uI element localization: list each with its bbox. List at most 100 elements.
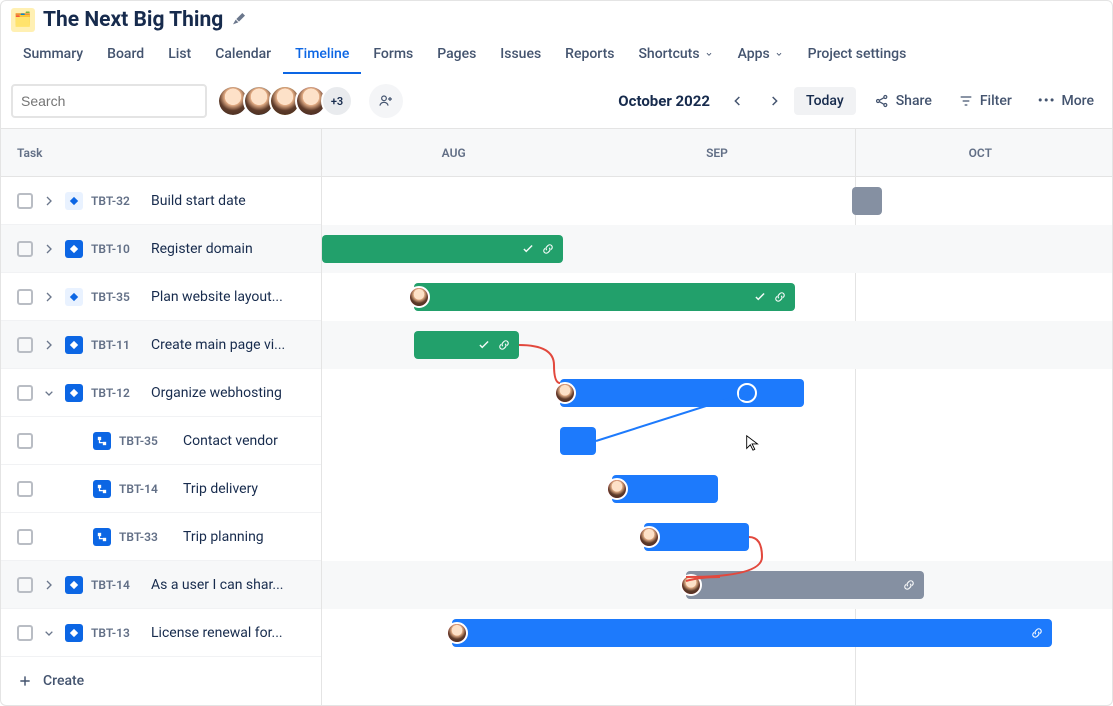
issue-summary[interactable]: As a user I can shar... — [151, 577, 283, 593]
row-checkbox[interactable] — [17, 337, 33, 353]
link-icon — [1030, 626, 1044, 640]
row-checkbox[interactable] — [17, 577, 33, 593]
row-checkbox[interactable] — [17, 625, 33, 641]
tab-board[interactable]: Board — [95, 38, 156, 74]
task-row[interactable]: TBT-11 Create main page vi... — [1, 321, 321, 369]
issue-summary[interactable]: Trip delivery — [183, 481, 258, 497]
expand-toggle[interactable] — [41, 625, 57, 641]
check-icon — [753, 290, 767, 304]
timeline-bar[interactable] — [452, 619, 1052, 647]
tab-pages[interactable]: Pages — [425, 38, 488, 74]
issue-key[interactable]: TBT-14 — [91, 578, 143, 592]
tab-project-settings[interactable]: Project settings — [796, 38, 919, 74]
tab-list[interactable]: List — [156, 38, 203, 74]
filter-button[interactable]: Filter — [950, 87, 1020, 115]
prev-month-button[interactable] — [722, 85, 754, 117]
expand-toggle[interactable] — [41, 337, 57, 353]
tab-shortcuts[interactable]: Shortcuts — [626, 38, 725, 74]
avatar-stack[interactable]: +3 — [217, 85, 353, 117]
issue-key[interactable]: TBT-35 — [91, 290, 143, 304]
theme-icon[interactable] — [231, 11, 249, 29]
link-icon — [773, 290, 787, 304]
task-row[interactable]: TBT-35 Contact vendor — [1, 417, 321, 465]
task-row[interactable]: TBT-32 Build start date — [1, 177, 321, 225]
timeline-bar[interactable] — [560, 379, 804, 407]
timeline-bar[interactable] — [560, 427, 596, 455]
assignee-avatar[interactable] — [606, 478, 628, 500]
issue-key[interactable]: TBT-12 — [91, 386, 143, 400]
create-button[interactable]: Create — [1, 657, 321, 705]
link-icon — [902, 578, 916, 592]
row-checkbox[interactable] — [17, 241, 33, 257]
expand-toggle[interactable] — [41, 289, 57, 305]
search-box[interactable] — [11, 84, 207, 118]
issue-summary[interactable]: Trip planning — [183, 529, 264, 545]
issue-summary[interactable]: Plan website layout... — [151, 289, 283, 305]
task-column-header: Task — [1, 129, 321, 177]
issue-summary[interactable]: Create main page vi... — [151, 337, 285, 353]
expand-toggle[interactable] — [41, 193, 57, 209]
issue-summary[interactable]: Contact vendor — [183, 433, 278, 449]
next-month-button[interactable] — [758, 85, 790, 117]
tab-apps[interactable]: Apps — [726, 38, 796, 74]
issue-key[interactable]: TBT-35 — [119, 434, 175, 448]
expand-toggle[interactable] — [41, 577, 57, 593]
assignee-avatar[interactable] — [680, 574, 702, 596]
issue-key[interactable]: TBT-11 — [91, 338, 143, 352]
today-button[interactable]: Today — [794, 87, 856, 115]
issue-summary[interactable]: Register domain — [151, 241, 253, 257]
issue-type-icon — [65, 192, 83, 210]
task-row[interactable]: TBT-13 License renewal for... — [1, 609, 321, 657]
row-checkbox[interactable] — [17, 433, 33, 449]
tab-calendar[interactable]: Calendar — [203, 38, 283, 74]
task-row[interactable]: TBT-14 As a user I can shar... — [1, 561, 321, 609]
row-checkbox[interactable] — [17, 385, 33, 401]
tab-forms[interactable]: Forms — [361, 38, 425, 74]
timeline-bar[interactable] — [322, 235, 563, 263]
tab-timeline[interactable]: Timeline — [283, 38, 361, 74]
more-button[interactable]: ••• More — [1030, 87, 1102, 115]
issue-key[interactable]: TBT-10 — [91, 242, 143, 256]
timeline-bar[interactable] — [644, 523, 749, 551]
tab-reports[interactable]: Reports — [553, 38, 626, 74]
issue-summary[interactable]: License renewal for... — [151, 625, 283, 641]
assignee-avatar[interactable] — [408, 286, 430, 308]
assignee-avatar[interactable] — [638, 526, 660, 548]
row-checkbox[interactable] — [17, 193, 33, 209]
issue-key[interactable]: TBT-13 — [91, 626, 143, 640]
assignee-avatar[interactable] — [446, 622, 468, 644]
more-icon: ••• — [1038, 93, 1056, 109]
create-label: Create — [43, 673, 84, 689]
expand-toggle[interactable] — [41, 241, 57, 257]
issue-type-icon — [65, 288, 83, 306]
task-row[interactable]: TBT-10 Register domain — [1, 225, 321, 273]
timeline-bar[interactable] — [686, 571, 924, 599]
issue-key[interactable]: TBT-14 — [119, 482, 175, 496]
issue-key[interactable]: TBT-32 — [91, 194, 143, 208]
expand-toggle[interactable] — [41, 385, 57, 401]
timeline-bar[interactable] — [414, 283, 795, 311]
tab-issues[interactable]: Issues — [488, 38, 553, 74]
task-row[interactable]: TBT-12 Organize webhosting — [1, 369, 321, 417]
link-icon — [541, 242, 555, 256]
search-input[interactable] — [21, 93, 202, 109]
issue-summary[interactable]: Organize webhosting — [151, 385, 282, 401]
task-row[interactable]: TBT-35 Plan website layout... — [1, 273, 321, 321]
row-checkbox[interactable] — [17, 481, 33, 497]
row-checkbox[interactable] — [17, 289, 33, 305]
project-icon: 🗂️ — [11, 8, 35, 32]
share-button[interactable]: Share — [866, 87, 940, 115]
issue-key[interactable]: TBT-33 — [119, 530, 175, 544]
more-label: More — [1061, 93, 1094, 109]
timeline-bar[interactable] — [852, 187, 882, 215]
task-row[interactable]: TBT-33 Trip planning — [1, 513, 321, 561]
timeline-bar[interactable] — [612, 475, 718, 503]
add-people-button[interactable] — [369, 84, 403, 118]
row-checkbox[interactable] — [17, 529, 33, 545]
tab-summary[interactable]: Summary — [11, 38, 95, 74]
timeline-bar[interactable] — [414, 331, 519, 359]
assignee-avatar[interactable] — [554, 382, 576, 404]
issue-summary[interactable]: Build start date — [151, 193, 246, 209]
task-row[interactable]: TBT-14 Trip delivery — [1, 465, 321, 513]
avatar-overflow[interactable]: +3 — [321, 85, 353, 117]
